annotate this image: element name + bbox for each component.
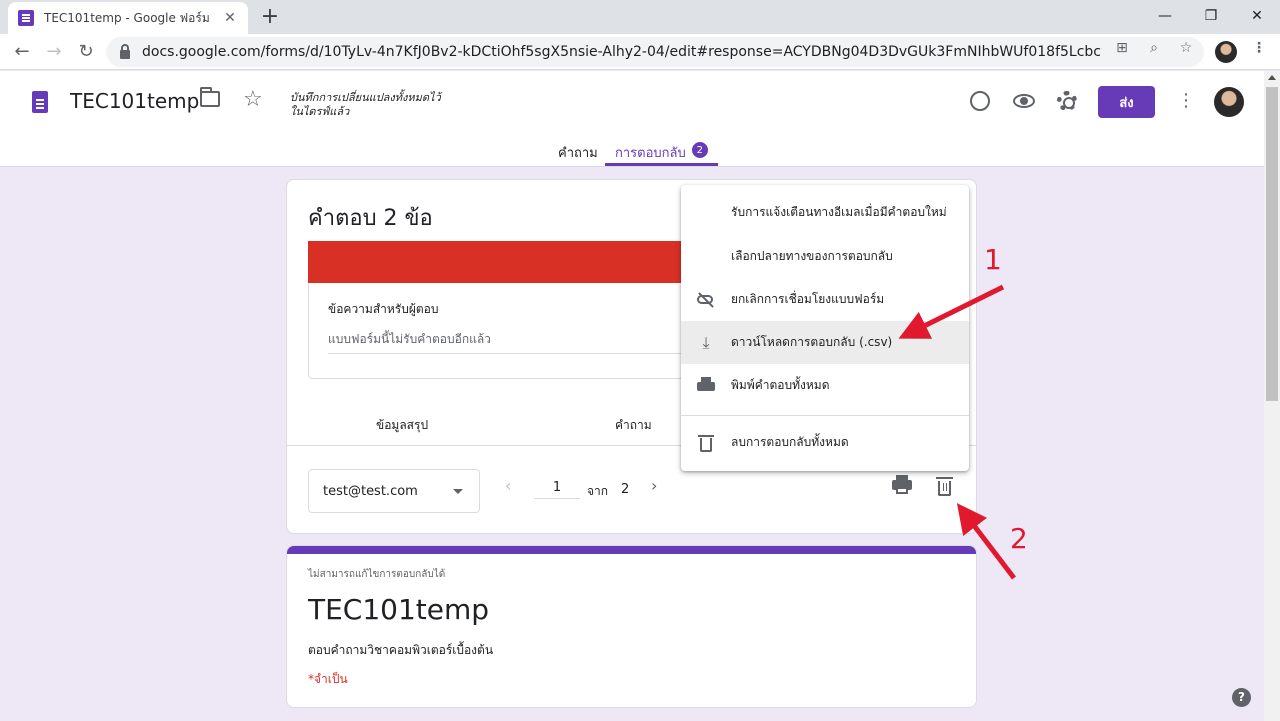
page-total: 2 (621, 482, 630, 497)
download-icon (697, 334, 715, 352)
form-title[interactable]: TEC101temp (70, 89, 199, 113)
edit-note: ไม่สามารถแก้ไขการตอบกลับได้ (308, 569, 446, 580)
responses-count-badge: 2 (691, 142, 708, 158)
annotation-label-1: 1 (984, 243, 1002, 276)
prev-page-icon[interactable]: ‹ (505, 476, 511, 495)
card-accent-bar (287, 546, 976, 554)
trash-icon (697, 434, 715, 452)
bookmark-star-icon[interactable]: ☆ (1176, 40, 1196, 56)
page-of-label: จาก (587, 484, 609, 498)
annotation-label-2: 2 (1010, 522, 1028, 555)
menu-item-label: พิมพ์คำตอบทั้งหมด (731, 378, 830, 392)
save-status: บันทึกการเปลี่ยนแปลงทั้งหมดไว้ในไดรฟ์แล้… (290, 91, 441, 118)
menu-item-label: ลบการตอบกลับทั้งหมด (731, 435, 849, 449)
omnibox[interactable]: docs.google.com/forms/d/10TyLv-4n7KfJ0Bv… (106, 37, 1204, 67)
lock-icon (120, 43, 130, 59)
link-off-icon (697, 291, 715, 309)
preview-eye-icon[interactable] (1013, 94, 1035, 108)
print-icon (697, 377, 715, 395)
browser-profile-avatar[interactable] (1215, 41, 1237, 63)
palette-icon[interactable] (970, 91, 990, 111)
reload-icon[interactable]: ↻ (72, 38, 100, 66)
menu-item-label: ดาวน์โหลดการตอบกลับ (.csv) (731, 335, 893, 349)
subtab-summary[interactable]: ข้อมูลสรุป (376, 416, 428, 435)
forms-favicon-icon (18, 10, 34, 26)
new-tab-icon[interactable]: + (258, 5, 282, 29)
back-icon[interactable]: ← (8, 38, 36, 66)
tab-questions[interactable]: คำถาม (558, 142, 598, 163)
browser-tab-title: TEC101temp - Google ฟอร์ม (44, 10, 210, 25)
respondent-email-select[interactable]: test@test.com (308, 469, 480, 513)
folder-icon[interactable] (200, 87, 220, 107)
menu-item-label: ยกเลิกการเชื่อมโยงแบบฟอร์ม (731, 292, 885, 306)
respondent-message-label: ข้อความสำหรับผู้ตอบ (328, 302, 439, 316)
menu-item-print-all[interactable]: พิมพ์คำตอบทั้งหมด (681, 364, 969, 407)
browser-menu-icon[interactable]: ⋮ (1249, 40, 1269, 56)
scroll-up-icon[interactable] (1268, 75, 1276, 80)
minimize-icon[interactable]: — (1142, 4, 1188, 28)
close-tab-icon[interactable]: ✕ (222, 10, 238, 26)
gear-icon[interactable] (1057, 91, 1077, 111)
avatar[interactable] (1214, 87, 1244, 117)
browser-tab[interactable]: TEC101temp - Google ฟอร์ม ✕ (8, 2, 248, 34)
menu-item-select-destination[interactable]: เลือกปลายทางของการตอบกลับ (681, 235, 969, 278)
address-bar: ← → ↻ docs.google.com/forms/d/10TyLv-4n7… (0, 34, 1280, 70)
window-close-icon[interactable]: ✕ (1234, 4, 1280, 28)
forward-icon[interactable]: → (40, 38, 68, 66)
menu-item-email-notify[interactable]: รับการแจ้งเตือนทางอีเมลเมื่อมีคำตอบใหม่ (681, 191, 969, 234)
scroll-thumb[interactable] (1266, 87, 1278, 401)
responses-count-title: คำตอบ 2 ข้อ (308, 206, 433, 231)
respondent-message-input[interactable]: แบบฟอร์มนี้ไม่รับคำตอบอีกแล้ว (328, 330, 688, 354)
dropdown-caret-icon (453, 489, 463, 494)
subtab-question[interactable]: คำถาม (615, 416, 652, 435)
star-icon[interactable]: ☆ (243, 87, 263, 112)
required-note: *จำเป็น (308, 672, 348, 686)
page-current[interactable]: 1 (534, 480, 580, 499)
more-options-icon[interactable]: ⋮ (1176, 88, 1196, 114)
trash-icon[interactable] (936, 477, 953, 496)
browser-tab-bar: TEC101temp - Google ฟอร์ม ✕ + — ❐ ✕ (0, 0, 1280, 34)
form-preview-card: ไม่สามารถแก้ไขการตอบกลับได้ TEC101temp ต… (286, 545, 977, 708)
menu-item-delete-all[interactable]: ลบการตอบกลับทั้งหมด (681, 421, 969, 464)
menu-item-unlink-form[interactable]: ยกเลิกการเชื่อมโยงแบบฟอร์ม (681, 278, 969, 321)
restore-icon[interactable]: ❐ (1188, 4, 1234, 28)
menu-divider (681, 415, 969, 416)
forms-logo-icon[interactable] (32, 91, 48, 113)
selected-email: test@test.com (323, 483, 418, 499)
tab-responses[interactable]: การตอบกลับ 2 (605, 138, 718, 166)
help-icon[interactable]: ? (1232, 688, 1251, 707)
page-scrollbar[interactable] (1264, 71, 1280, 721)
form-tabs: คำถาม การตอบกลับ 2 (0, 138, 1264, 166)
tab-responses-label: การตอบกลับ (615, 146, 686, 161)
form-card-title: TEC101temp (308, 593, 490, 626)
translate-icon[interactable]: ⊞ (1112, 40, 1132, 56)
menu-item-label: รับการแจ้งเตือนทางอีเมลเมื่อมีคำตอบใหม่ (731, 205, 947, 219)
print-icon[interactable] (892, 475, 912, 494)
url-text[interactable]: docs.google.com/forms/d/10TyLv-4n7KfJ0Bv… (142, 44, 1102, 60)
zoom-icon[interactable]: ⌕ (1144, 40, 1164, 56)
send-button[interactable]: ส่ง (1098, 86, 1155, 118)
next-page-icon[interactable]: › (651, 476, 657, 495)
responses-options-menu: รับการแจ้งเตือนทางอีเมลเมื่อมีคำตอบใหม่ … (681, 185, 969, 471)
form-card-description: ตอบคำถามวิชาคอมพิวเตอร์เบื้องต้น (308, 643, 494, 657)
menu-item-label: เลือกปลายทางของการตอบกลับ (731, 249, 893, 263)
menu-item-download-csv[interactable]: ดาวน์โหลดการตอบกลับ (.csv) (681, 321, 969, 364)
